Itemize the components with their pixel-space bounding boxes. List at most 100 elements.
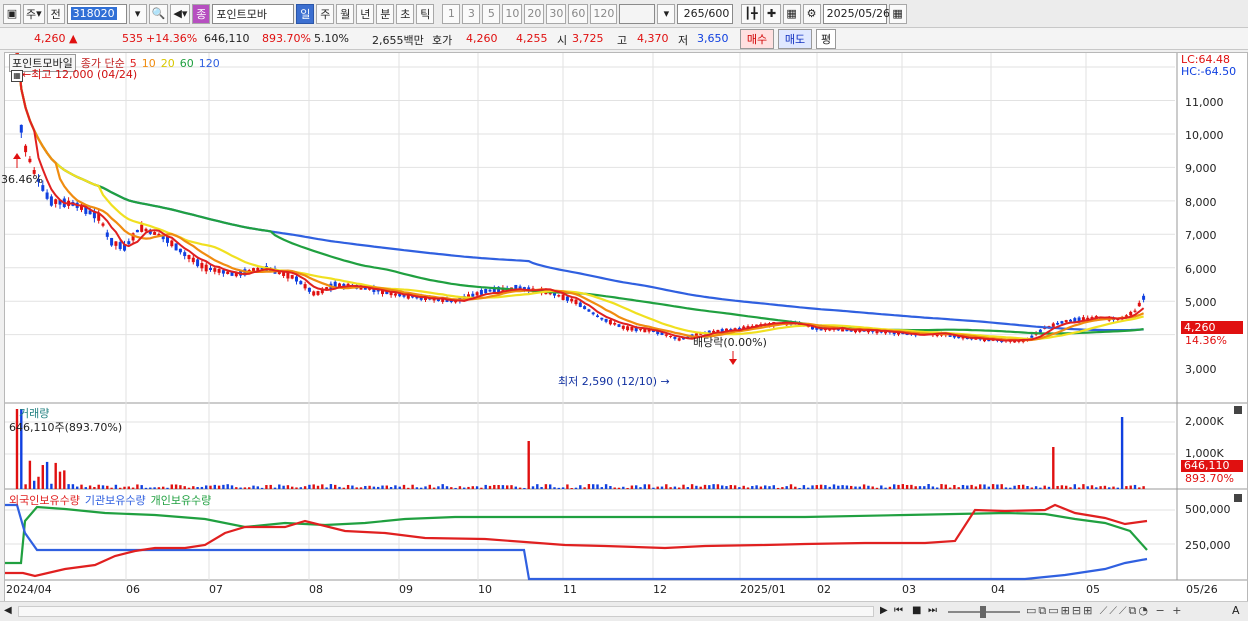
interval-5[interactable]: 5: [482, 3, 501, 24]
code-dropdown-icon[interactable]: ▾: [128, 3, 147, 24]
volume-bar: [871, 486, 874, 489]
volume-bar: [441, 484, 444, 489]
candle-body: [604, 318, 608, 322]
interval-120[interactable]: 120: [590, 3, 618, 24]
volume-bar: [488, 485, 492, 489]
volume-bar: [1013, 485, 1016, 489]
first-page-icon[interactable]: ⏮: [894, 605, 903, 616]
zoom-slider-handle[interactable]: [980, 606, 986, 618]
candle-body: [488, 289, 492, 292]
volume-bar: [312, 484, 315, 489]
sound-icon[interactable]: ◀▾: [170, 3, 191, 24]
candle-body: [28, 158, 32, 163]
volume-bar: [940, 484, 943, 489]
stock-name-field[interactable]: 포인트모바: [212, 3, 295, 24]
prev-button[interactable]: 전: [46, 3, 65, 24]
chart-area[interactable]: 포인트모바일 종가 단순 5 10 20 60 120 LC:64.48 HC:…: [1, 44, 1248, 603]
window-icon[interactable]: ▣: [3, 3, 21, 24]
volume-bar: [407, 487, 410, 489]
candle-body: [1051, 323, 1055, 327]
volume-bar: [875, 487, 879, 489]
candle-body: [677, 338, 681, 341]
volume-bar: [222, 484, 225, 489]
interval-30[interactable]: 30: [546, 3, 567, 24]
institution-holdings-label[interactable]: 기관보유수량: [85, 492, 146, 508]
volume-bars: [15, 409, 1145, 489]
stock-chart[interactable]: [5, 44, 1247, 602]
ma-120-label[interactable]: 120: [199, 57, 220, 70]
count-input[interactable]: 265/600: [677, 3, 734, 24]
volume-bar: [850, 485, 853, 489]
ma-10-label[interactable]: 10: [142, 57, 156, 70]
stop-icon[interactable]: ■: [912, 605, 921, 616]
interval-custom-input[interactable]: [619, 3, 656, 24]
gear-icon[interactable]: ⚙: [802, 3, 821, 24]
interval-dropdown-icon[interactable]: ▾: [657, 3, 676, 24]
volume-bar: [540, 486, 543, 489]
volume-bar: [1009, 487, 1012, 489]
volume-bar: [613, 487, 616, 489]
period-tick[interactable]: 틱: [416, 3, 435, 24]
market-select[interactable]: 주 ▾: [23, 3, 45, 24]
candle-body: [191, 257, 195, 263]
ma-60-label[interactable]: 60: [180, 57, 194, 70]
candle-body: [1060, 321, 1064, 324]
period-minute[interactable]: 분: [376, 3, 395, 24]
scroll-right-icon[interactable]: ▶: [880, 605, 888, 616]
period-year[interactable]: 년: [356, 3, 375, 24]
tool-icons[interactable]: ▭⧉▭⊞⊟⊞ ⟋⟋⟋⧉◔ − +: [1026, 604, 1183, 618]
code-input[interactable]: 318020: [66, 3, 127, 24]
volume-bar: [381, 485, 384, 489]
candle-body: [144, 228, 148, 232]
pct-note: 36.46%: [1, 173, 43, 186]
ma-120-line: [15, 45, 1144, 332]
candle-body: [557, 295, 561, 297]
volume-bar: [789, 484, 793, 489]
holdings-panel-close-icon[interactable]: [1234, 494, 1242, 502]
candle-body: [200, 263, 204, 269]
period-month[interactable]: 월: [336, 3, 355, 24]
save-icon[interactable]: ▦: [782, 3, 801, 24]
low-label: 저: [678, 34, 689, 47]
scroll-left-icon[interactable]: ◀: [4, 605, 12, 616]
last-page-icon[interactable]: ⏭: [928, 605, 937, 616]
volume-bar: [716, 484, 720, 489]
volume-bar: [265, 485, 268, 489]
volume-bar: [192, 486, 195, 489]
period-day[interactable]: 일: [296, 3, 315, 24]
date-input[interactable]: 2025/05/26: [822, 3, 890, 24]
period-second[interactable]: 초: [396, 3, 415, 24]
volume-bar: [888, 486, 892, 489]
volume-bar: [604, 484, 608, 489]
candle-body: [591, 312, 595, 315]
candle-icon[interactable]: ┃╋: [741, 3, 761, 24]
foreign-holdings-label[interactable]: 외국인보유수량: [9, 492, 80, 508]
volume-bar: [493, 484, 496, 489]
individual-holdings-label[interactable]: 개인보유수량: [151, 492, 212, 508]
calendar-icon[interactable]: ▦: [888, 3, 907, 24]
volume-bar: [458, 486, 462, 489]
period-week[interactable]: 주: [316, 3, 335, 24]
volume-bar: [991, 484, 995, 489]
volume-bar: [475, 486, 479, 489]
ma-20-label[interactable]: 20: [161, 57, 175, 70]
interval-3[interactable]: 3: [462, 3, 481, 24]
candle-body: [24, 145, 28, 153]
candle-body: [587, 309, 591, 312]
avg-button[interactable]: 평: [816, 29, 836, 49]
interval-20[interactable]: 20: [524, 3, 545, 24]
buy-button[interactable]: 매수: [740, 29, 774, 49]
horizontal-scrollbar[interactable]: [18, 606, 874, 617]
volume-bar: [334, 484, 337, 489]
crosshair-icon[interactable]: ✚: [762, 3, 781, 24]
interval-10[interactable]: 10: [502, 3, 523, 24]
volume-bar: [230, 485, 234, 489]
volume-bar: [699, 486, 702, 489]
volume-panel-close-icon[interactable]: [1234, 406, 1242, 414]
text-tool-icon[interactable]: A: [1232, 604, 1240, 617]
search-icon[interactable]: 🔍: [148, 3, 169, 24]
interval-60[interactable]: 60: [568, 3, 589, 24]
volume-bar: [966, 485, 969, 489]
sell-button[interactable]: 매도: [778, 29, 812, 49]
interval-1[interactable]: 1: [442, 3, 461, 24]
